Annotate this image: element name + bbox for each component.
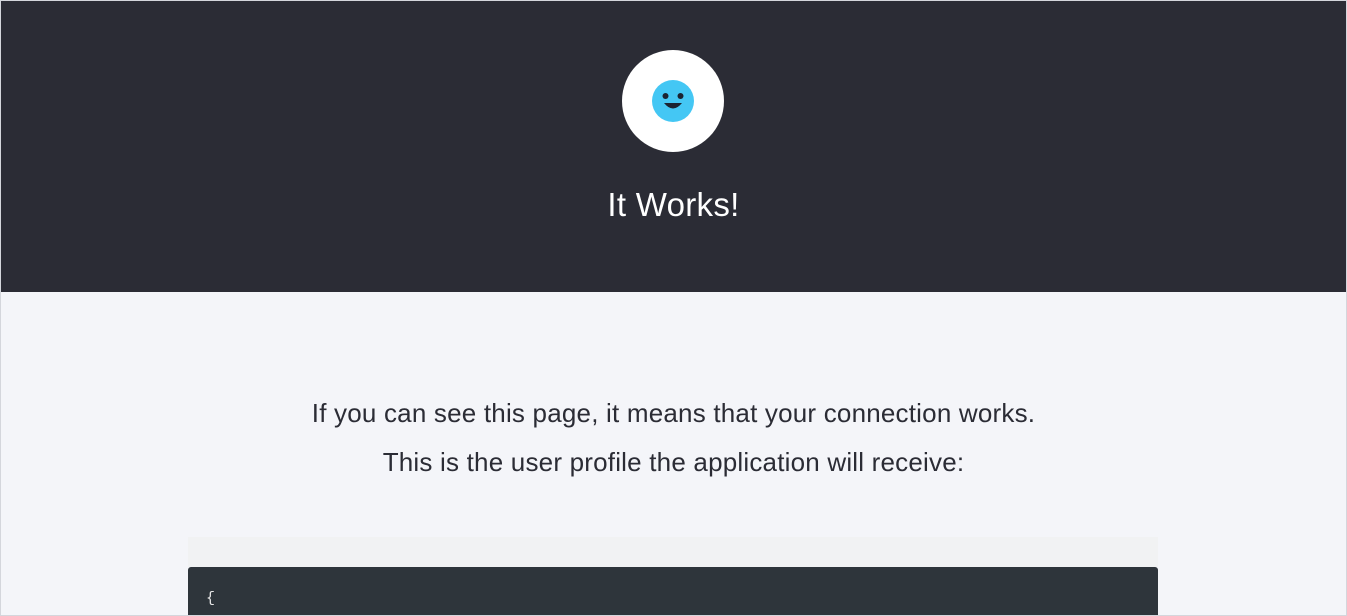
page-frame: It Works! If you can see this page, it m…: [0, 0, 1347, 616]
logo-badge: [622, 50, 724, 152]
smiley-face-icon: [652, 80, 694, 122]
code-line: {: [206, 590, 216, 607]
connection-message: If you can see this page, it means that …: [311, 398, 1036, 428]
code-block-header: [188, 537, 1158, 567]
profile-intro-message: This is the user profile the application…: [382, 447, 965, 477]
page-title: It Works!: [607, 186, 740, 223]
hero-banner: It Works!: [1, 1, 1346, 292]
user-profile-code-block[interactable]: {: [188, 567, 1158, 615]
